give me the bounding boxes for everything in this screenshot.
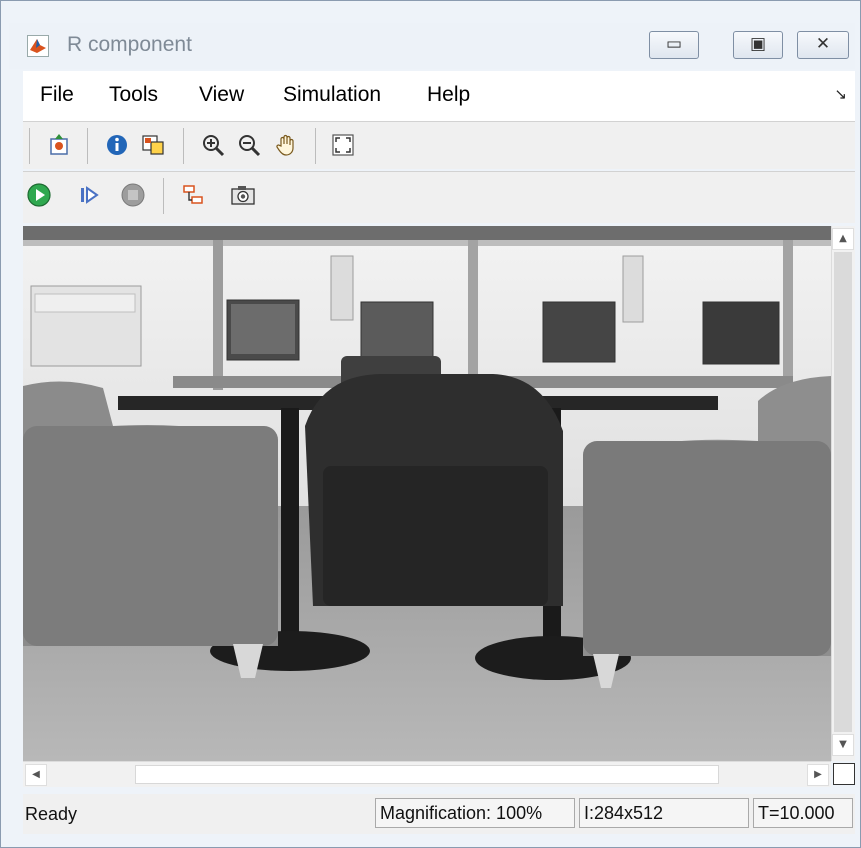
dock-arrow-icon[interactable]: ↘ (834, 85, 847, 103)
menu-simulation[interactable]: Simulation (283, 83, 381, 107)
maximize-icon: ▣ (749, 34, 767, 54)
status-magnification: Magnification: 100% (375, 798, 575, 828)
maximize-button[interactable]: ▣ (733, 31, 783, 59)
close-icon: ✕ (815, 34, 831, 54)
status-image-size: I:284x512 (579, 798, 749, 828)
run-icon[interactable] (25, 181, 53, 209)
toolbar-separator (183, 128, 184, 164)
image-viewport[interactable] (23, 226, 831, 761)
viewer-window: R component ▭ ▣ ✕ File Tools View Simula… (0, 0, 861, 848)
toolbar-separator (315, 128, 316, 164)
menu-help[interactable]: Help (427, 83, 470, 107)
status-bar: Ready Magnification: 100% I:284x512 T=10… (23, 794, 855, 834)
step-forward-icon[interactable] (75, 181, 103, 209)
menu-file[interactable]: File (40, 83, 74, 107)
toolbar-separator (87, 128, 88, 164)
minimize-icon: ▭ (665, 34, 683, 54)
title-bar[interactable]: R component ▭ ▣ ✕ (9, 23, 855, 69)
info-icon[interactable] (103, 131, 131, 159)
scroll-corner (833, 763, 855, 785)
scroll-up-icon[interactable]: ▲ (832, 228, 854, 250)
vertical-scrollbar[interactable]: ▲ ▼ (831, 226, 855, 761)
zoom-out-icon[interactable] (235, 131, 263, 159)
toolbar-view (23, 121, 855, 169)
minimize-button[interactable]: ▭ (649, 31, 699, 59)
scroll-down-icon[interactable]: ▼ (832, 734, 854, 756)
matlab-icon (27, 35, 49, 57)
toolbar-separator (29, 128, 30, 164)
window-title: R component (67, 33, 192, 56)
zoom-in-icon[interactable] (199, 131, 227, 159)
horizontal-scroll-thumb[interactable] (135, 765, 719, 784)
scroll-right-icon[interactable]: ▶ (807, 764, 829, 786)
stop-icon[interactable] (119, 181, 147, 209)
status-ready-text: Ready (25, 804, 78, 824)
horizontal-scrollbar[interactable]: ◀ ▶ (23, 761, 831, 787)
status-time: T=10.000 (753, 798, 853, 828)
fit-to-window-icon[interactable] (329, 131, 357, 159)
scroll-left-icon[interactable]: ◀ (25, 764, 47, 786)
print-to-figure-icon[interactable] (45, 131, 73, 159)
maintain-fit-icon[interactable] (139, 131, 167, 159)
vertical-scroll-thumb[interactable] (834, 252, 852, 732)
close-button[interactable]: ✕ (797, 31, 849, 59)
toolbar-simulation (23, 171, 855, 223)
toolbar-separator (163, 178, 164, 214)
snapshot-camera-icon[interactable] (229, 181, 257, 209)
menu-bar: File Tools View Simulation Help ↘ (23, 71, 855, 121)
menu-tools[interactable]: Tools (109, 83, 158, 107)
grayscale-office-photo (23, 226, 831, 761)
menu-view[interactable]: View (199, 83, 244, 107)
highlight-block-icon[interactable] (179, 181, 207, 209)
pan-hand-icon[interactable] (273, 131, 301, 159)
